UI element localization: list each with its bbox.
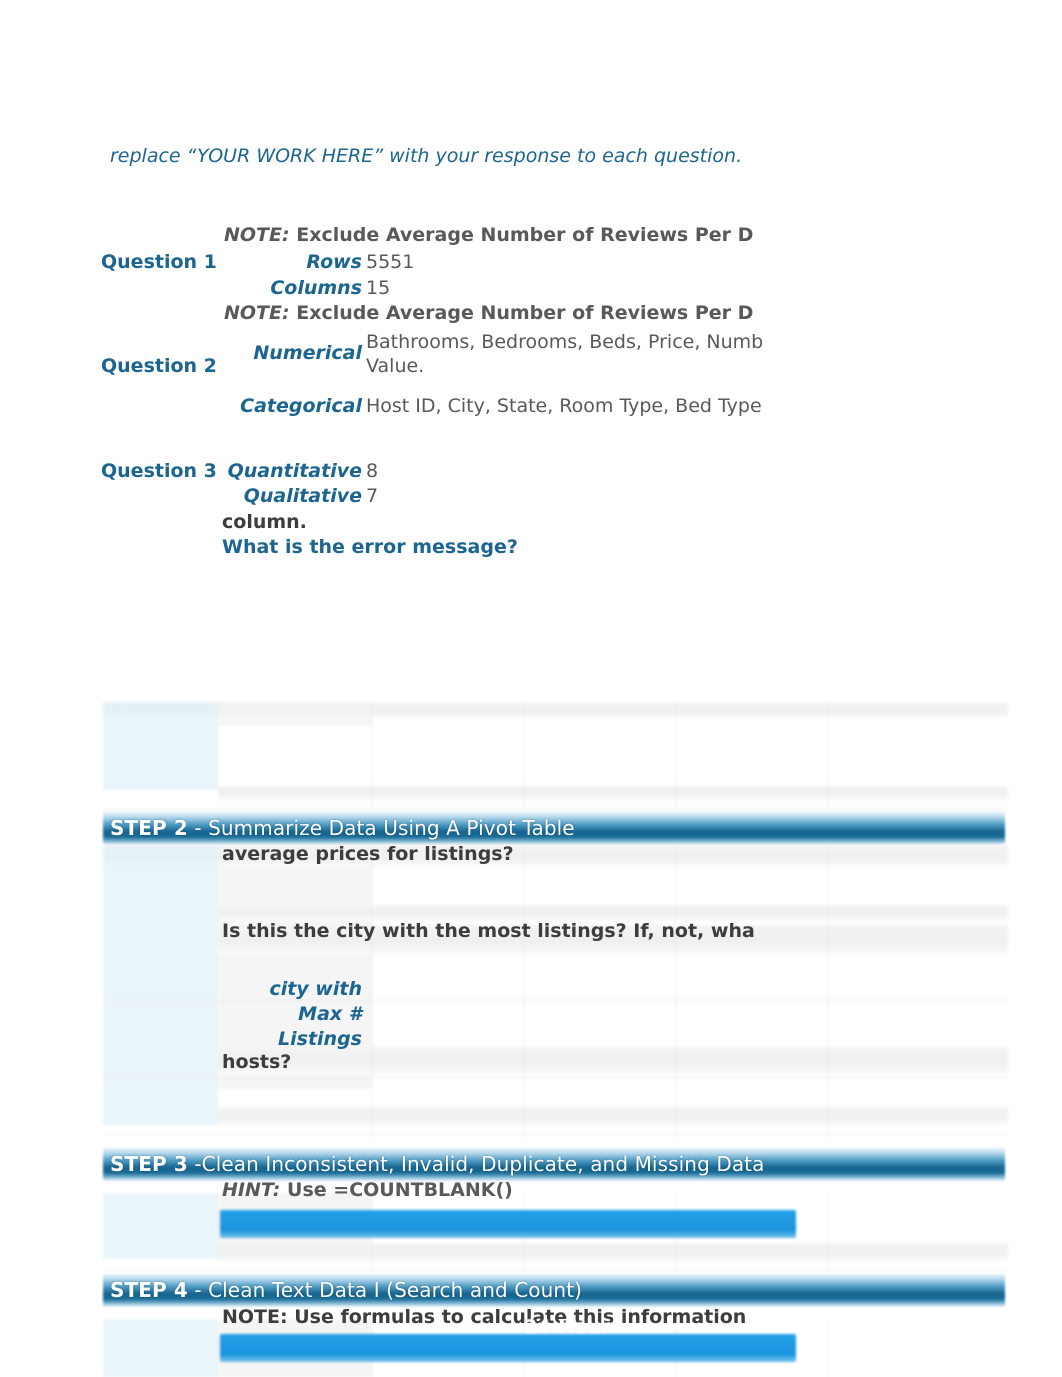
ghost-gridline (371, 702, 372, 810)
ghost-gridline (827, 845, 828, 1135)
ghost-gridline (103, 1270, 1008, 1271)
ghost-gridline (523, 702, 524, 810)
ghost-left-column (103, 702, 218, 790)
step-2-label-0: city with (269, 978, 362, 1000)
ghost-table-upper (103, 702, 1008, 810)
question-2-note: NOTE: Exclude Average Number of Reviews … (224, 302, 753, 324)
step-2-title: - Summarize Data Using A Pivot Table (187, 816, 575, 840)
ghost-gridline (103, 809, 1008, 810)
step-2-label-2: Listings (278, 1028, 362, 1050)
step-4-title: - Clean Text Data I (Search and Count) (187, 1278, 583, 1302)
ghost-row (218, 1107, 1008, 1125)
ghost-gridline (371, 845, 372, 1135)
question-3-field-1-label: Qualitative (243, 485, 362, 507)
step-2-prompt-2: hosts? (222, 1051, 292, 1073)
question-1-field-1-label: Columns (270, 277, 362, 299)
question-3-field-0-value[interactable]: 8 (366, 460, 378, 482)
question-1-note-prefix: NOTE: (224, 224, 290, 246)
step-2-prompt-0: average prices for listings? (222, 843, 514, 865)
question-1-field-0-value[interactable]: 5551 (366, 251, 414, 273)
ghost-gridline (675, 702, 676, 810)
ghost-gridline (103, 1134, 1008, 1135)
step-4-overlay-text: 24-Hour (524, 1316, 611, 1338)
step-4-note: NOTE: Use formulas to calculate this inf… (222, 1306, 747, 1328)
ghost-row (218, 905, 1008, 921)
ghost-gridline (103, 1000, 1008, 1001)
step-2-label: STEP 2 - Summarize Data Using A Pivot Ta… (110, 812, 575, 845)
ghost-gridline (827, 1193, 828, 1271)
question-1-field-0-label: Rows (306, 251, 362, 273)
question-1-field-1-value[interactable]: 15 (366, 277, 390, 299)
question-3-trailing-0: column. (222, 511, 307, 533)
step-3-answer-bar[interactable] (220, 1210, 796, 1238)
step-3-hint-prefix: HINT: (222, 1179, 281, 1201)
question-3-field-1-value[interactable]: 7 (366, 485, 378, 507)
step-2-number: STEP 2 (110, 816, 188, 840)
step-2-label-1: Max # (298, 1003, 362, 1025)
ghost-row (218, 1243, 1008, 1261)
question-2-note-prefix: NOTE: (224, 302, 290, 324)
step-4-label: STEP 4 - Clean Text Data I (Search and C… (110, 1274, 582, 1307)
step-3-number: STEP 3 (110, 1152, 188, 1176)
question-3-field-0-label: Quantitative (227, 460, 362, 482)
intro-instruction: replace “YOUR WORK HERE” with your respo… (110, 145, 743, 167)
ghost-left-column (103, 1319, 218, 1377)
ghost-gridline (675, 845, 676, 1135)
question-1-note: NOTE: Exclude Average Number of Reviews … (224, 224, 753, 246)
step-3-title: -Clean Inconsistent, Invalid, Duplicate,… (187, 1152, 765, 1176)
step-3-hint-text: Use =COUNTBLANK() (287, 1179, 513, 1201)
step-4-answer-bar[interactable] (220, 1334, 796, 1362)
ghost-gridline (827, 1319, 828, 1377)
question-1-note-text: Exclude Average Number of Reviews Per D (296, 224, 754, 246)
step-3-hint: HINT: Use =COUNTBLANK() (222, 1179, 513, 1201)
question-3-trailing-1: What is the error message? (222, 536, 518, 558)
step-4-number: STEP 4 (110, 1278, 188, 1302)
question-2-note-text: Exclude Average Number of Reviews Per D (296, 302, 754, 324)
step-2-prompt-1: Is this the city with the most listings?… (222, 920, 755, 942)
ghost-row (218, 786, 1008, 800)
question-2-field-0-label: Numerical (253, 342, 362, 364)
ghost-gridline (523, 845, 524, 1135)
ghost-label-column (218, 702, 371, 726)
question-2-field-0-value[interactable]: Bathrooms, Bedrooms, Beds, Price, Numb V… (366, 330, 806, 379)
ghost-gridline (827, 702, 828, 810)
ghost-row (218, 1047, 1008, 1075)
question-2-field-1-value[interactable]: Host ID, City, State, Room Type, Bed Typ… (366, 395, 762, 417)
document-page: STEP 2 - Summarize Data Using A Pivot Ta… (0, 0, 1062, 1377)
question-2-field-1-label: Categorical (240, 395, 362, 417)
step-3-label: STEP 3 -Clean Inconsistent, Invalid, Dup… (110, 1148, 764, 1181)
ghost-left-column (103, 1193, 218, 1259)
ghost-gridline (103, 1077, 1008, 1078)
